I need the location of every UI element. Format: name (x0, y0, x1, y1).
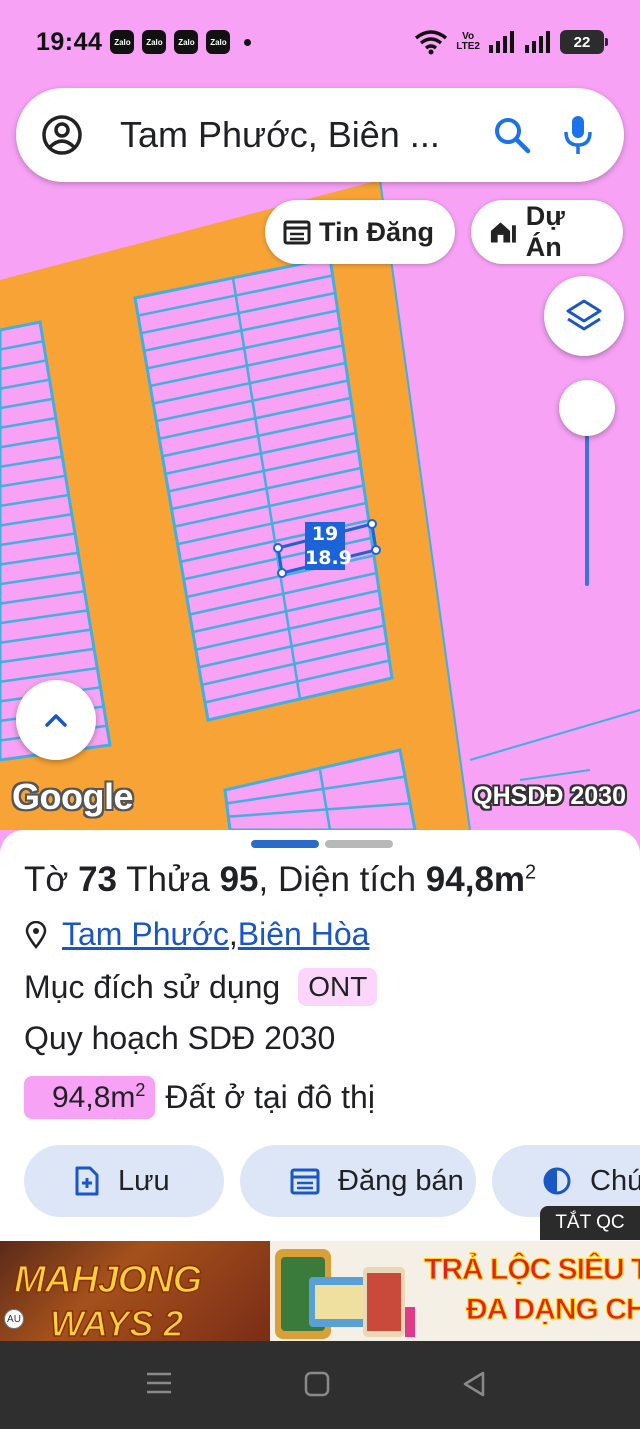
zalo-notification-icon: Zalo (206, 30, 231, 54)
plot-width: 18.9 (305, 546, 352, 570)
microphone-icon (564, 116, 592, 154)
system-navigation-bar (0, 1341, 640, 1429)
location-pin-icon (25, 920, 47, 949)
contrast-icon (543, 1167, 571, 1195)
map-layer-watermark: QHSDĐ 2030 (473, 782, 626, 810)
calendar-list-icon (283, 220, 311, 245)
back-icon[interactable] (462, 1371, 486, 1397)
land-area-badge: 94,8m2 (24, 1076, 156, 1119)
search-bar[interactable]: Tam Phước, Biên ... (16, 88, 624, 182)
purpose-code-badge: ONT (298, 968, 378, 1006)
volte-indicator: Vo LTE2 (456, 32, 480, 52)
projects-chip[interactable]: Dự Án (471, 200, 623, 264)
add-file-icon (75, 1166, 99, 1196)
title-area-label: , Diện tích (258, 860, 426, 899)
parcel-number: 95 (219, 860, 259, 899)
wifi-icon (415, 30, 448, 55)
search-icon (495, 118, 531, 154)
home-icon[interactable] (304, 1371, 330, 1397)
zalo-notification-icon: Zalo (142, 30, 167, 54)
selected-plot-label: 19 18.9 (305, 522, 352, 570)
legend-button-label: Chú t (590, 1164, 640, 1197)
land-use-purpose: Mục đích sử dụng ONT (24, 968, 378, 1006)
parcel-area: 94,8m (425, 860, 526, 899)
title-mid: Thửa (117, 860, 220, 899)
land-area-unit-sup: 2 (135, 1080, 146, 1100)
page-indicator-active[interactable] (251, 840, 319, 848)
plot-number: 19 (305, 522, 345, 546)
signal-icon (525, 31, 550, 53)
area-unit-sup: 2 (525, 861, 537, 884)
parcel-location: Tam Phước, Biên Hòa (24, 916, 369, 953)
menu-icon[interactable] (146, 1371, 172, 1395)
voice-search-button[interactable] (556, 113, 600, 157)
parcel-title: Tờ 73 Thửa 95, Diện tích 94,8m2 (24, 860, 536, 900)
expand-sheet-button[interactable] (16, 680, 96, 760)
battery-icon: 22 (560, 30, 608, 54)
ad-game-subtitle: WAYS 2 (49, 1302, 184, 1341)
post-for-sale-label: Đăng bán (338, 1164, 464, 1197)
location-ward-link[interactable]: Tam Phước (62, 916, 229, 953)
status-bar: 19:44 Zalo Zalo Zalo Zalo Vo LTE2 22 (0, 0, 640, 84)
parcel-info-sheet[interactable]: Tờ 73 Thửa 95, Diện tích 94,8m2 Tam Phướ… (0, 830, 640, 1241)
more-notifications-icon (244, 38, 252, 46)
layers-button[interactable] (544, 276, 624, 356)
ad-game-title: MAHJONG (13, 1258, 203, 1302)
ad-promo-line2: ĐA DẠNG CHƠI (465, 1293, 640, 1327)
sheet-number: 73 (78, 860, 117, 899)
planning-label: Quy hoạch SDĐ 2030 (24, 1020, 336, 1056)
ad-choices-badge[interactable]: AU (4, 1309, 24, 1329)
map-view[interactable]: 19 18.9 19:44 Zalo Zalo Zalo Zalo Vo LTE… (0, 0, 640, 860)
sheet-page-indicator[interactable] (251, 840, 393, 848)
search-button[interactable] (490, 113, 534, 157)
ad-banner[interactable]: MAHJONG WAYS 2 TRẢ LỘC SIÊU TỐC ĐA DẠNG … (0, 1241, 640, 1341)
save-button[interactable]: Lưu (24, 1145, 224, 1217)
save-button-label: Lưu (118, 1164, 170, 1197)
signal-icon (489, 31, 514, 53)
chevron-up-icon (45, 714, 67, 727)
projects-chip-label: Dự Án (525, 201, 565, 262)
battery-level: 22 (573, 33, 591, 51)
land-type-label: Đất ở tại đô thị (165, 1079, 375, 1115)
account-icon[interactable] (40, 113, 84, 157)
listings-chip-label: Tin Đăng (319, 216, 435, 247)
layers-icon (566, 299, 602, 331)
ad-promo-line1: TRẢ LỘC SIÊU TỐC (423, 1253, 640, 1287)
listings-chip[interactable]: Tin Đăng (265, 200, 455, 264)
calendar-list-icon (290, 1168, 320, 1195)
zalo-notification-icon: Zalo (110, 30, 135, 54)
google-logo: Google (12, 776, 134, 817)
search-query[interactable]: Tam Phước, Biên ... (120, 114, 468, 156)
close-ad-button[interactable]: TẮT QC (540, 1206, 640, 1240)
location-city-link[interactable]: Biên Hòa (238, 916, 370, 953)
location-separator: , (228, 916, 238, 952)
title-prefix: Tờ (24, 860, 79, 899)
post-for-sale-button[interactable]: Đăng bán (240, 1145, 476, 1217)
page-indicator[interactable] (325, 840, 393, 848)
status-time: 19:44 (36, 27, 103, 56)
zalo-notification-icon: Zalo (174, 30, 199, 54)
lte-text: LTE2 (456, 41, 480, 52)
ad-phone-artwork (275, 1249, 415, 1339)
building-icon (490, 222, 516, 243)
purpose-label: Mục đích sử dụng (24, 968, 281, 1005)
land-area-value: 94,8m (52, 1081, 136, 1114)
opacity-slider-handle[interactable] (559, 380, 615, 436)
land-type-row: 94,8m2 Đất ở tại đô thị (24, 1076, 375, 1119)
